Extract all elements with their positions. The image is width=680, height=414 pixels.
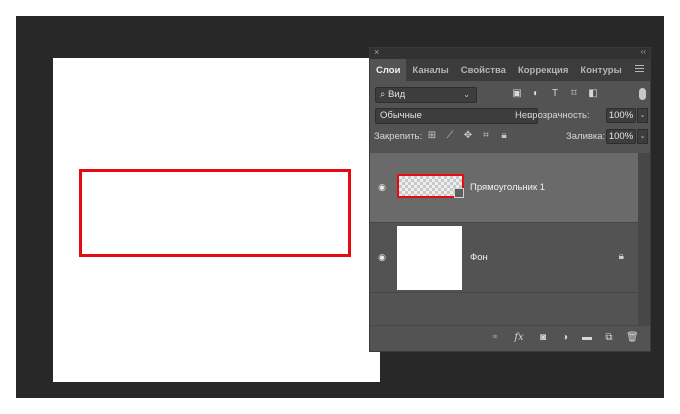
lock-all-icon[interactable]: 🔒︎ [499,130,509,142]
panel-bottom-bar: ⚭ fx ◙ ◑ ▬ ⧉ 🗑︎ [370,325,650,351]
blend-row: Обычные ⌄ Непрозрачность: 100% ⌄ [370,105,650,126]
filter-row: ⌕ Вид ⌄ ▣ ◐ T ⌑ ◧ [370,85,650,105]
scrollbar[interactable] [638,153,650,328]
blend-mode-select[interactable]: Обычные ⌄ [375,108,538,124]
filter-icons: ▣ ◐ T ⌑ ◧ [512,88,598,99]
lock-transparent-icon[interactable]: ⊞ [427,130,437,142]
close-icon[interactable]: × [374,47,379,57]
link-icon[interactable]: ⚭ [490,332,500,344]
collapse-icon[interactable]: ‹‹ [641,47,646,56]
lock-move-icon[interactable]: ✥ [463,130,473,142]
tab-channels[interactable]: Каналы [406,59,454,81]
panel-menu-icon[interactable] [635,65,644,74]
lock-icons: ⊞ ⟋ ✥ ⌗ 🔒︎ [427,130,509,142]
shape-layer-badge-icon [454,188,464,198]
bottom-icons: ⚭ fx ◙ ◑ ▬ ⧉ 🗑︎ [490,332,639,344]
tab-adjustments[interactable]: Коррекция [512,59,574,81]
layer-filter-select[interactable]: ⌕ Вид ⌄ [375,87,477,103]
layers-panel: × ‹‹ Слои Каналы Свойства Коррекция Конт… [369,47,651,352]
eye-icon[interactable]: ◉ [377,182,387,192]
group-folder-icon[interactable]: ▬ [582,332,592,344]
tab-layers[interactable]: Слои [370,59,407,81]
lock-artboard-icon[interactable]: ⌗ [481,130,491,142]
fx-icon[interactable]: fx [512,332,526,344]
lock-brush-icon[interactable]: ⟋ [445,130,455,142]
new-layer-icon[interactable]: ⧉ [604,332,614,344]
layer-thumbnail [397,226,462,290]
filter-toggle[interactable] [639,88,646,100]
image-filter-icon[interactable]: ▣ [512,88,522,99]
opacity-label: Непрозрачность: [515,110,590,121]
eye-icon[interactable]: ◉ [377,252,387,262]
panel-title-bar: × ‹‹ [370,47,650,59]
trash-icon[interactable]: 🗑︎ [626,332,639,344]
lock-row: Закрепить: ⊞ ⟋ ✥ ⌗ 🔒︎ Заливка: 100% ⌄ [370,126,650,147]
layers-list: ◉ Прямоугольник 1 ◉ Фон 🔒︎ [370,153,638,293]
fill-dropdown-icon[interactable]: ⌄ [637,129,648,144]
lock-label: Закрепить: [374,131,423,142]
search-icon: ⌕ [380,89,386,100]
panel-tabs: Слои Каналы Свойства Коррекция Контуры [370,59,650,81]
layer-row-background[interactable]: ◉ Фон 🔒︎ [370,223,638,293]
layer-name[interactable]: Прямоугольник 1 [470,182,545,193]
fill-input[interactable]: 100% [606,129,636,144]
layer-row-rectangle[interactable]: ◉ Прямоугольник 1 [370,153,638,223]
shape-filter-icon[interactable]: ⌑ [569,88,579,99]
opacity-dropdown-icon[interactable]: ⌄ [637,108,648,123]
tab-paths[interactable]: Контуры [574,59,627,81]
red-rectangle-shape[interactable] [79,169,351,257]
smart-object-filter-icon[interactable]: ◧ [588,88,598,99]
mask-icon[interactable]: ◙ [538,332,548,344]
type-filter-icon[interactable]: T [550,88,560,99]
adjustment-layer-icon[interactable]: ◑ [560,332,570,344]
blend-mode-value: Обычные [380,110,422,121]
document-canvas[interactable] [53,58,380,382]
chevron-down-icon: ⌄ [463,90,470,99]
adjustment-filter-icon[interactable]: ◐ [531,88,541,99]
opacity-input[interactable]: 100% [606,108,636,123]
lock-icon: 🔒︎ [618,251,624,262]
tab-properties[interactable]: Свойства [455,59,512,81]
fill-label: Заливка: [566,131,606,142]
filter-value: Вид [387,89,406,100]
layer-name[interactable]: Фон [470,252,488,263]
